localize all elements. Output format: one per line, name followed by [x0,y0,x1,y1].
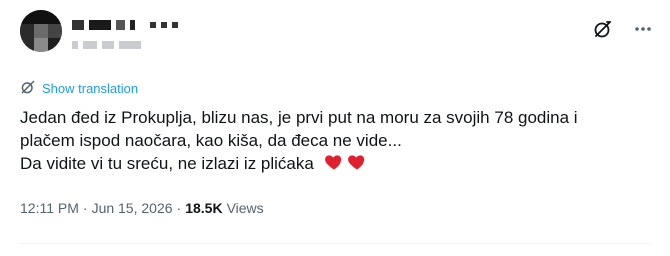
tweet-text: Jedan đed iz Prokuplja, blizu nas, je pr… [20,106,650,175]
handle-redacted[interactable] [72,41,141,49]
meta-separator: · [176,200,182,216]
tweet-line: Jedan đed iz Prokuplja, blizu nas, je pr… [20,108,578,127]
views-label: Views [226,200,264,216]
tweet-time[interactable]: 12:11 PM [20,200,79,216]
heart-emoji [324,152,367,172]
tweet-meta: 12:11 PM · Jun 15, 2026 · 18.5K Views [20,200,264,216]
show-translation-link[interactable]: Show translation [20,79,138,98]
avatar[interactable] [20,10,62,52]
tweet-date[interactable]: Jun 15, 2026 [92,200,173,216]
tweet-actions-top [592,18,654,40]
views-count: 18.5K [185,200,223,216]
tweet-line: Da vidite vi tu sreću, ne izlazi iz plić… [20,152,650,175]
display-name-redacted[interactable] [72,18,178,32]
divider [20,243,650,244]
show-translation-label: Show translation [42,81,139,96]
translate-icon [20,79,36,98]
tweet-line-text: Da vidite vi tu sreću, ne izlazi iz plić… [20,154,314,173]
tweet-line: plačem ispod naočara, kao kiša, da đeca … [20,131,402,150]
more-icon[interactable] [632,18,654,40]
meta-separator: · [82,200,88,216]
grok-icon[interactable] [592,18,614,40]
